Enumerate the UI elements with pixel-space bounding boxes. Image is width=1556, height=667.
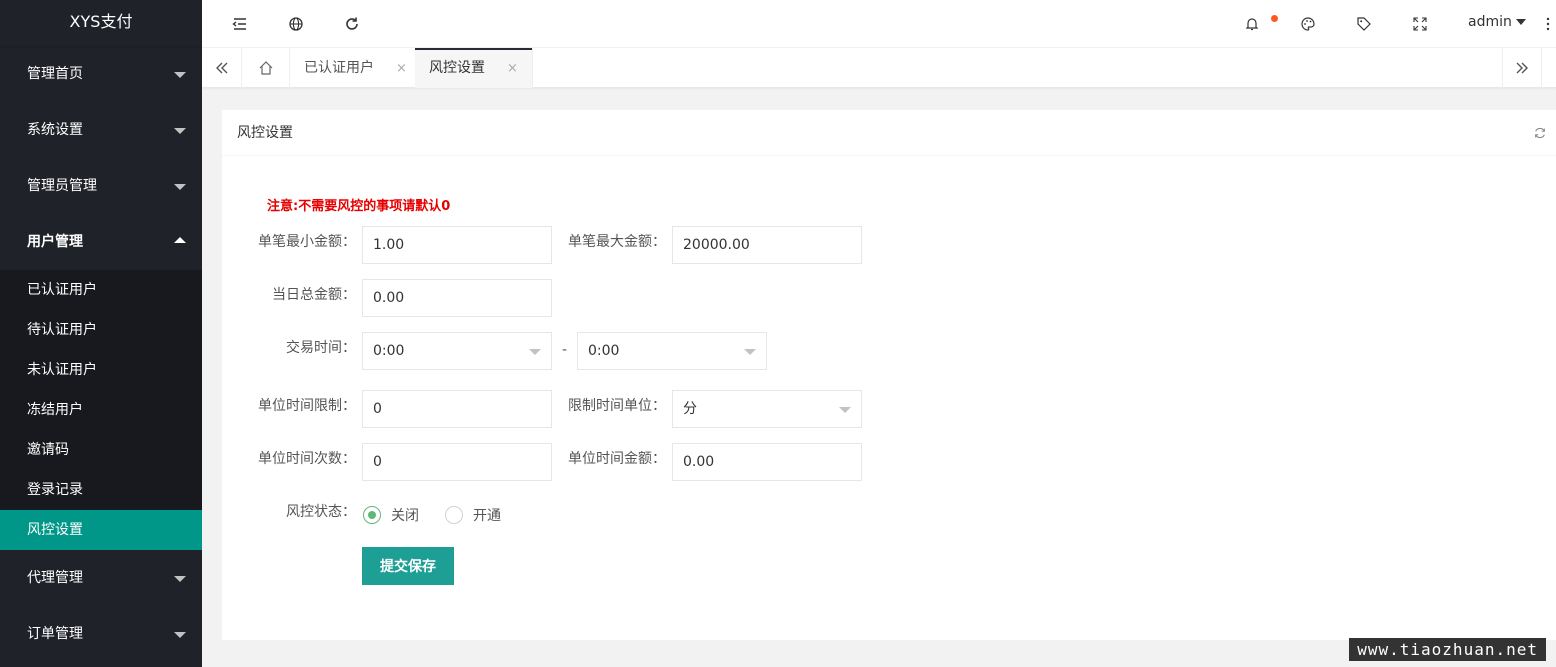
- chevron-down-icon: [529, 349, 541, 355]
- bell-icon[interactable]: [1240, 12, 1264, 36]
- chevron-up-icon: [174, 237, 186, 243]
- home-icon: [259, 61, 272, 75]
- tab-label: 已认证用户: [304, 60, 374, 76]
- limit-time-unit-select[interactable]: 分: [672, 390, 862, 428]
- sidebar-group-users[interactable]: 用户管理: [0, 214, 202, 270]
- user-menu[interactable]: admin: [1468, 14, 1526, 30]
- select-value: 0:00: [588, 343, 620, 359]
- tabs-bar: 已认证用户 × 风控设置 ×: [202, 48, 1556, 88]
- app-logo[interactable]: XYS支付: [0, 0, 202, 46]
- sidebar-group-label: 管理员管理: [27, 178, 97, 194]
- sidebar-group-admin[interactable]: 管理员管理: [0, 158, 202, 214]
- tabs-scroll-right-button[interactable]: [1502, 48, 1542, 88]
- sidebar-group-label: 代理管理: [27, 570, 83, 586]
- sidebar-item-login-records[interactable]: 登录记录: [0, 470, 202, 510]
- tab-verified-users[interactable]: 已认证用户 ×: [290, 48, 422, 88]
- sidebar: XYS支付 管理首页 系统设置 管理员管理 用户管理 已认证用户 待认证用户 未…: [0, 0, 202, 667]
- card-title: 风控设置: [237, 125, 293, 141]
- trade-time-label: 交易时间：: [286, 340, 356, 356]
- sidebar-group-orders[interactable]: 订单管理: [0, 606, 202, 662]
- radio-checked-icon: [363, 506, 381, 524]
- radio-close[interactable]: 关闭: [363, 505, 419, 525]
- sidebar-group-home[interactable]: 管理首页: [0, 46, 202, 102]
- sidebar-group-label: 管理首页: [27, 66, 83, 82]
- unit-time-limit-label: 单位时间限制：: [258, 398, 356, 414]
- sidebar-item-risk-settings[interactable]: 风控设置: [0, 510, 202, 550]
- watermark: www.tiaozhuan.net: [1349, 638, 1546, 661]
- radio-open[interactable]: 开通: [445, 505, 501, 525]
- chevron-down-icon: [839, 407, 851, 413]
- close-icon[interactable]: ×: [507, 61, 518, 76]
- username: admin: [1468, 14, 1512, 30]
- submit-save-button[interactable]: 提交保存: [362, 547, 454, 585]
- radio-label: 关闭: [391, 508, 419, 524]
- sidebar-item-frozen-users[interactable]: 冻结用户: [0, 390, 202, 430]
- trade-time-end-select[interactable]: 0:00: [577, 332, 767, 370]
- max-amount-label: 单笔最大金额：: [568, 234, 666, 250]
- notification-dot: [1271, 15, 1278, 22]
- double-chevron-left-icon: [215, 62, 227, 74]
- sidebar-group-label: 用户管理: [27, 234, 83, 250]
- risk-settings-card: 风控设置 注意:不需要风控的事项请默认0 单笔最小金额： 1.00 单笔最大金额…: [222, 110, 1556, 640]
- refresh-icon[interactable]: [340, 12, 364, 36]
- daily-total-label: 当日总金额：: [272, 287, 356, 303]
- chevron-down-icon: [174, 128, 186, 134]
- card-header: 风控设置: [222, 110, 1556, 156]
- min-amount-input[interactable]: 1.00: [362, 226, 552, 264]
- sidebar-sub-list: 已认证用户 待认证用户 未认证用户 冻结用户 邀请码 登录记录 风控设置: [0, 270, 202, 550]
- caret-down-icon: [1515, 19, 1526, 25]
- radio-unchecked-icon: [445, 506, 463, 524]
- card-refresh-icon[interactable]: [1533, 126, 1547, 140]
- chevron-down-icon: [174, 72, 186, 78]
- top-header: admin: [202, 0, 1556, 48]
- unit-time-limit-input[interactable]: 0: [362, 390, 552, 428]
- sidebar-item-unverified-users[interactable]: 未认证用户: [0, 350, 202, 390]
- risk-status-label: 风控状态：: [286, 504, 356, 520]
- sidebar-item-verified-users[interactable]: 已认证用户: [0, 270, 202, 310]
- chevron-down-icon: [174, 184, 186, 190]
- tab-home[interactable]: [242, 48, 290, 88]
- close-icon[interactable]: ×: [396, 61, 407, 76]
- tag-icon[interactable]: [1352, 12, 1376, 36]
- chevron-down-icon: [744, 349, 756, 355]
- fullscreen-icon[interactable]: [1408, 12, 1432, 36]
- unit-time-count-input[interactable]: 0: [362, 443, 552, 481]
- select-value: 0:00: [373, 343, 405, 359]
- radio-label: 开通: [473, 508, 501, 524]
- daily-total-input[interactable]: 0.00: [362, 279, 552, 317]
- chevron-down-icon: [174, 576, 186, 582]
- globe-icon[interactable]: [284, 12, 308, 36]
- unit-time-amount-label: 单位时间金额：: [568, 451, 666, 467]
- theme-palette-icon[interactable]: [1296, 12, 1320, 36]
- more-vertical-icon[interactable]: [1542, 12, 1554, 36]
- notice-text: 注意:不需要风控的事项请默认0: [267, 199, 451, 214]
- unit-time-count-label: 单位时间次数：: [258, 451, 356, 467]
- sidebar-group-label: 订单管理: [27, 626, 83, 642]
- tab-risk-settings[interactable]: 风控设置 ×: [415, 48, 533, 88]
- collapse-menu-icon[interactable]: [228, 12, 252, 36]
- sidebar-item-invite-codes[interactable]: 邀请码: [0, 430, 202, 470]
- tabs-scroll-left-button[interactable]: [202, 48, 242, 88]
- tab-label: 风控设置: [429, 60, 485, 76]
- chevron-down-icon: [174, 632, 186, 638]
- min-amount-label: 单笔最小金额：: [258, 234, 356, 250]
- select-value: 分: [683, 401, 697, 417]
- time-range-separator: -: [562, 342, 568, 358]
- trade-time-start-select[interactable]: 0:00: [362, 332, 552, 370]
- double-chevron-right-icon: [1516, 62, 1528, 74]
- sidebar-group-label: 系统设置: [27, 122, 83, 138]
- sidebar-group-agents[interactable]: 代理管理: [0, 550, 202, 606]
- sidebar-item-pending-users[interactable]: 待认证用户: [0, 310, 202, 350]
- max-amount-input[interactable]: 20000.00: [672, 226, 862, 264]
- limit-time-unit-label: 限制时间单位：: [568, 398, 666, 414]
- unit-time-amount-input[interactable]: 0.00: [672, 443, 862, 481]
- sidebar-group-system[interactable]: 系统设置: [0, 102, 202, 158]
